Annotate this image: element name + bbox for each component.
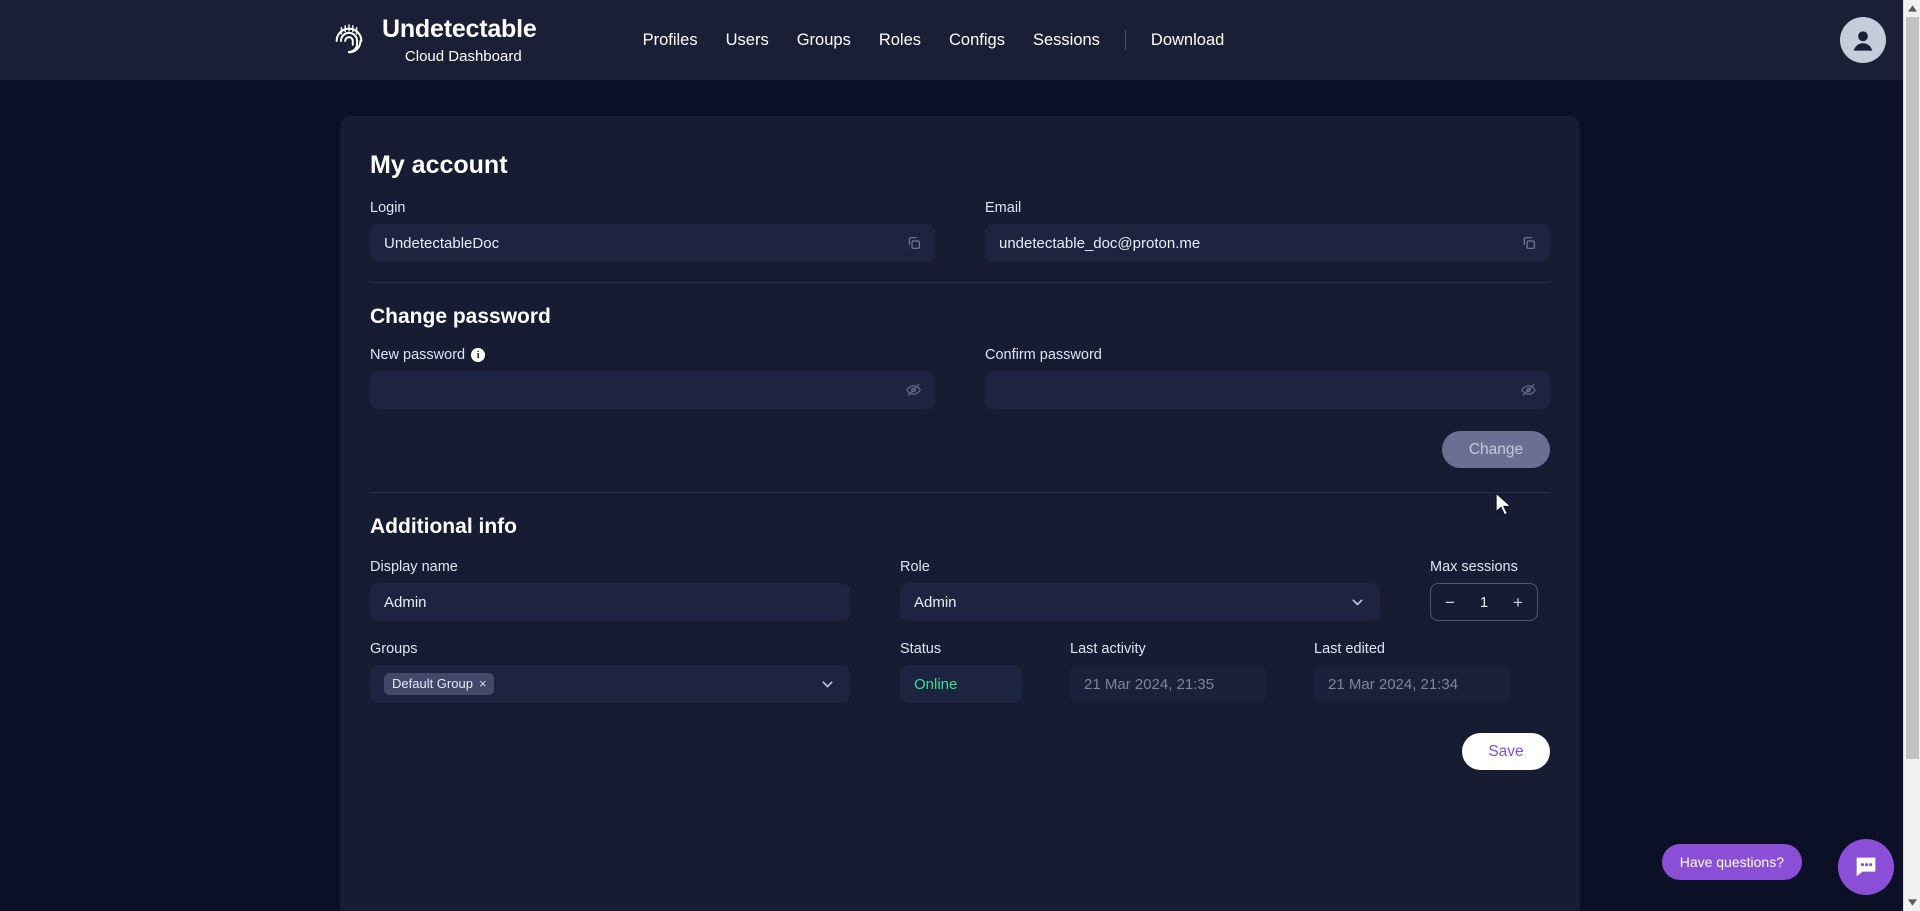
role-select[interactable]: Admin [900,583,1380,621]
change-password-button[interactable]: Change [1442,431,1550,468]
last-activity-value: 21 Mar 2024, 21:35 [1084,675,1215,693]
page-scrollbar[interactable] [1903,0,1920,911]
top-header: Undetectable Cloud Dashboard Profiles Us… [0,0,1920,80]
display-name-label: Display name [370,559,458,575]
max-sessions-value: 1 [1479,593,1489,611]
scrollbar-down-arrow[interactable] [1904,894,1920,911]
nav-item-groups[interactable]: Groups [783,25,865,56]
fingerprint-icon [335,24,363,54]
chat-bubble-icon [1856,857,1876,877]
chat-prompt-pill[interactable]: Have questions? [1661,844,1802,880]
chevron-down-icon [1349,594,1366,611]
new-password-input[interactable] [370,371,935,409]
group-chip-label: Default Group [392,676,473,691]
status-group: Status Online [900,641,1022,703]
status-value: Online [914,675,958,693]
change-button-row: Change [370,431,1550,468]
max-sessions-stepper[interactable]: − 1 + [1430,583,1538,621]
last-edited-label: Last edited [1314,641,1385,657]
display-name-value: Admin [384,593,427,611]
nav-item-download[interactable]: Download [1137,25,1238,56]
last-activity-label: Last activity [1070,641,1146,657]
groups-select[interactable]: Default Group × [370,665,850,703]
new-password-group: New password i [370,347,935,409]
chevron-down-icon [1908,899,1917,906]
status-label: Status [900,641,942,657]
password-row: New password i Confirm password [370,347,1550,409]
copy-icon[interactable] [906,235,922,251]
new-password-label: New password i [370,347,935,363]
eye-off-icon[interactable] [905,382,922,399]
nav-item-roles[interactable]: Roles [865,25,935,56]
last-activity-group: Last activity 21 Mar 2024, 21:35 [1070,641,1266,703]
scrollbar-up-arrow[interactable] [1904,0,1920,17]
group-chip-remove-icon[interactable]: × [479,676,487,691]
main-nav: Profiles Users Groups Roles Configs Sess… [629,25,1239,56]
change-password-title: Change password [370,305,551,328]
page-body: My account Login UndetectableDoc Email u… [0,80,1920,911]
additional-info-grid: Display name Admin Role Admin Max sessio… [370,559,1550,703]
display-name-input[interactable]: Admin [370,583,850,621]
brand-title: Undetectable [382,14,537,43]
max-sessions-decrement[interactable]: − [1443,594,1457,611]
additional-info-title: Additional info [370,515,517,538]
scrollbar-thumb[interactable] [1906,17,1919,759]
new-password-label-text: New password [370,347,466,363]
credentials-row: Login UndetectableDoc Email undetectable… [370,200,1550,262]
user-avatar-icon [1853,31,1873,51]
email-label: Email [985,200,1022,216]
confirm-password-label: Confirm password [985,347,1102,363]
account-card: My account Login UndetectableDoc Email u… [340,116,1580,911]
brand-subtitle: Cloud Dashboard [404,47,522,65]
save-button-row: Save [370,733,1550,770]
info-icon[interactable]: i [471,348,486,362]
max-sessions-label: Max sessions [1430,559,1518,575]
avatar[interactable] [1840,17,1886,63]
login-value: UndetectableDoc [384,234,500,252]
role-value: Admin [914,593,957,611]
chevron-up-icon [1907,5,1917,12]
max-sessions-increment[interactable]: + [1511,594,1525,611]
page-title: My account [370,151,508,179]
nav-item-profiles[interactable]: Profiles [629,25,712,56]
eye-off-icon[interactable] [1520,382,1537,399]
nav-item-users[interactable]: Users [712,25,783,56]
status-badge: Online [900,665,1022,703]
section-divider [370,282,1550,283]
groups-group: Groups Default Group × [370,641,850,703]
nav-divider [1124,30,1126,50]
brand-logo-block[interactable]: Undetectable Cloud Dashboard [330,14,537,65]
login-field-group: Login UndetectableDoc [370,200,935,262]
meta-row-wrapper: Status Online Last activity 21 Mar 2024,… [900,641,1550,703]
role-label: Role [900,559,930,575]
email-field-group: Email undetectable_doc@proton.me [985,200,1550,262]
nav-item-configs[interactable]: Configs [935,25,1019,56]
save-button[interactable]: Save [1462,733,1550,770]
copy-icon[interactable] [1521,235,1537,251]
chevron-down-icon [819,676,836,693]
last-activity-value-box: 21 Mar 2024, 21:35 [1070,665,1266,703]
login-input[interactable]: UndetectableDoc [370,224,935,262]
login-label: Login [370,200,406,216]
confirm-password-group: Confirm password [985,347,1550,409]
role-group: Role Admin [900,559,1380,621]
email-value: undetectable_doc@proton.me [999,234,1201,252]
confirm-password-input[interactable] [985,371,1550,409]
last-edited-value-box: 21 Mar 2024, 21:34 [1314,665,1510,703]
display-name-group: Display name Admin [370,559,850,621]
nav-item-sessions[interactable]: Sessions [1019,25,1114,56]
max-sessions-group: Max sessions − 1 + [1430,559,1550,621]
meta-row: Status Online Last activity 21 Mar 2024,… [900,641,1550,703]
last-edited-value: 21 Mar 2024, 21:34 [1328,675,1459,693]
section-divider-2 [370,492,1550,493]
last-edited-group: Last edited 21 Mar 2024, 21:34 [1314,641,1510,703]
group-chip[interactable]: Default Group × [384,673,494,695]
groups-label: Groups [370,641,418,657]
email-input[interactable]: undetectable_doc@proton.me [985,224,1550,262]
chat-launcher-button[interactable] [1838,839,1894,895]
